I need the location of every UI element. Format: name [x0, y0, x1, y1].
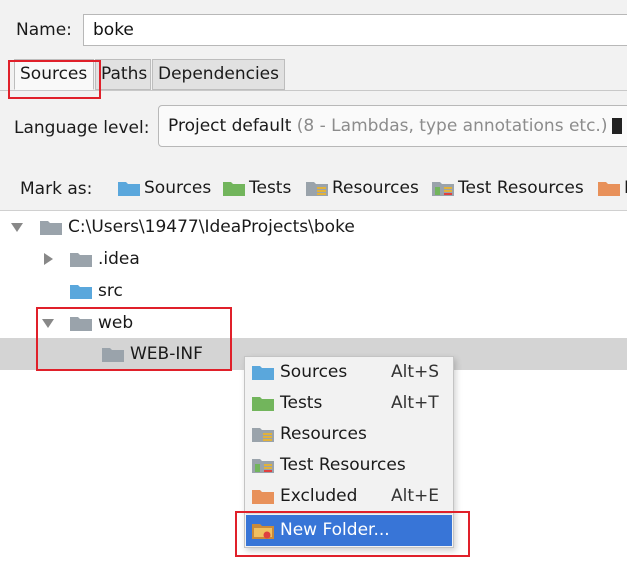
language-level-value: Project default	[168, 116, 292, 136]
language-level-label: Language level:	[14, 118, 150, 138]
resources-folder-icon	[252, 428, 274, 442]
annotation-box-web-folder	[36, 307, 232, 371]
menu-item-test-resources[interactable]: Test Resources	[246, 450, 452, 481]
mark-as-label-test-resources: Test Resources	[458, 178, 584, 198]
menu-item-shortcut: Alt+E	[391, 486, 440, 506]
menu-item-tests[interactable]: Tests Alt+T	[246, 388, 452, 419]
tab-paths[interactable]: Paths	[95, 59, 151, 90]
expand-arrow-icon[interactable]	[44, 253, 53, 265]
menu-item-label: Resources	[280, 424, 367, 444]
menu-item-label: Sources	[280, 362, 348, 382]
menu-item-sources[interactable]: Sources Alt+S	[246, 357, 452, 388]
annotation-box-new-folder	[235, 511, 470, 557]
menu-item-label: Excluded	[280, 486, 358, 506]
mark-as-label-sources: Sources	[144, 178, 212, 198]
mark-as-label-resources: Resources	[332, 178, 419, 198]
name-label: Name:	[16, 20, 72, 40]
collapse-arrow-icon[interactable]	[11, 223, 23, 232]
tests-folder-icon	[223, 182, 245, 196]
menu-item-shortcut: Alt+S	[391, 362, 440, 382]
dropdown-chevron-icon[interactable]	[612, 118, 622, 134]
language-level-hint: (8 - Lambdas, type annotations etc.)	[296, 116, 608, 136]
name-input[interactable]: boke	[83, 14, 627, 46]
tree-row-idea[interactable]: .idea	[0, 243, 627, 275]
tab-dependencies[interactable]: Dependencies	[152, 59, 285, 90]
folder-icon	[40, 221, 62, 235]
menu-item-resources[interactable]: Resources	[246, 419, 452, 450]
sources-folder-icon	[70, 285, 92, 299]
excluded-folder-icon	[598, 182, 620, 196]
tree-item-label: .idea	[98, 249, 140, 269]
annotation-box-sources-tab	[8, 60, 101, 99]
tree-item-label: src	[98, 281, 123, 301]
menu-item-label: Test Resources	[280, 455, 406, 475]
tests-folder-icon	[252, 397, 274, 411]
mark-as-label-tests: Tests	[249, 178, 292, 198]
resources-folder-icon	[306, 182, 328, 196]
mark-as-label: Mark as:	[20, 179, 93, 199]
test-resources-folder-icon	[432, 182, 454, 196]
sources-folder-icon	[252, 366, 274, 380]
folder-icon	[70, 253, 92, 267]
sources-folder-icon	[118, 182, 140, 196]
menu-item-shortcut: Alt+T	[391, 393, 439, 413]
test-resources-folder-icon	[252, 459, 274, 473]
tree-row-root[interactable]: C:\Users\19477\IdeaProjects\boke	[0, 211, 627, 243]
tree-root-label: C:\Users\19477\IdeaProjects\boke	[68, 217, 355, 237]
menu-item-excluded[interactable]: Excluded Alt+E	[246, 481, 452, 512]
mark-as-excluded-button[interactable]: E	[598, 176, 627, 200]
excluded-folder-icon	[252, 490, 274, 504]
menu-item-label: Tests	[280, 393, 323, 413]
tree-row-src[interactable]: src	[0, 275, 627, 307]
language-level-select[interactable]: Project default (8 - Lambdas, type annot…	[158, 105, 627, 147]
